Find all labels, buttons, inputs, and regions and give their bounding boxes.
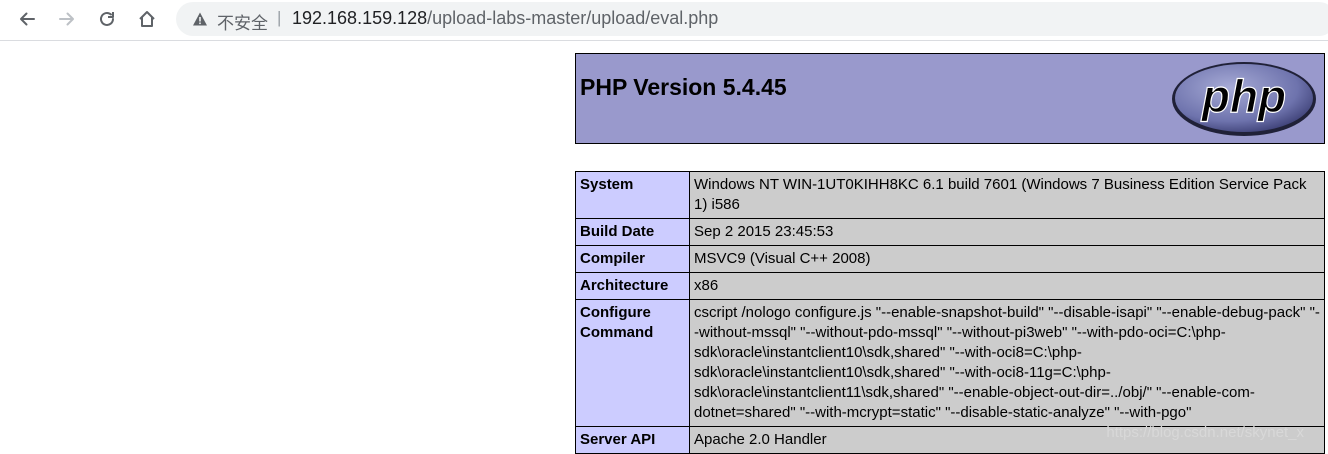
arrow-right-icon <box>57 9 77 29</box>
phpinfo-header: PHP Version 5.4.45 php <box>575 53 1325 144</box>
svg-text:php: php <box>1200 70 1286 122</box>
page-title: PHP Version 5.4.45 <box>580 74 787 100</box>
reload-icon <box>97 9 117 29</box>
table-row: Compiler MSVC9 (Visual C++ 2008) <box>575 245 1325 273</box>
warning-triangle-icon[interactable] <box>192 11 208 32</box>
watermark: https://blog.csdn.net/skynet_x <box>1106 424 1304 441</box>
home-icon <box>137 9 157 29</box>
separator: | <box>277 8 282 27</box>
info-key: System <box>575 171 690 219</box>
info-value: Windows NT WIN-1UT0KIHH8KC 6.1 build 760… <box>689 171 1325 219</box>
info-key: Configure Command <box>575 299 690 427</box>
browser-toolbar: 不安全 | 192.168.159.128/upload-labs-master… <box>0 0 1328 41</box>
home-button[interactable] <box>132 4 162 34</box>
back-button[interactable] <box>12 4 42 34</box>
table-row: Architecture x86 <box>575 272 1325 300</box>
security-status-label[interactable]: 不安全 <box>217 9 268 34</box>
table-row: System Windows NT WIN-1UT0KIHH8KC 6.1 bui… <box>575 171 1325 219</box>
url-text[interactable]: 192.168.159.128/upload-labs-master/uploa… <box>292 8 718 29</box>
address-bar[interactable]: 不安全 | 192.168.159.128/upload-labs-master… <box>176 2 1328 36</box>
info-key: Architecture <box>575 272 690 300</box>
info-value: x86 <box>689 272 1325 300</box>
url-path: /upload-labs-master/upload/eval.php <box>427 8 719 28</box>
url-host: 192.168.159.128 <box>292 8 428 28</box>
forward-button[interactable] <box>52 4 82 34</box>
system-info-table: System Windows NT WIN-1UT0KIHH8KC 6.1 bui… <box>575 171 1325 454</box>
info-key: Compiler <box>575 245 690 273</box>
info-value: cscript /nologo configure.js "--enable-s… <box>689 299 1325 427</box>
info-value: MSVC9 (Visual C++ 2008) <box>689 245 1325 273</box>
reload-button[interactable] <box>92 4 122 34</box>
info-key: Build Date <box>575 218 690 246</box>
arrow-left-icon <box>17 9 37 29</box>
table-row: Configure Command cscript /nologo configu… <box>575 299 1325 427</box>
php-logo[interactable]: php <box>1170 60 1318 143</box>
info-key: Server API <box>575 426 690 454</box>
table-row: Build Date Sep 2 2015 23:45:53 <box>575 218 1325 246</box>
info-value: Sep 2 2015 23:45:53 <box>689 218 1325 246</box>
